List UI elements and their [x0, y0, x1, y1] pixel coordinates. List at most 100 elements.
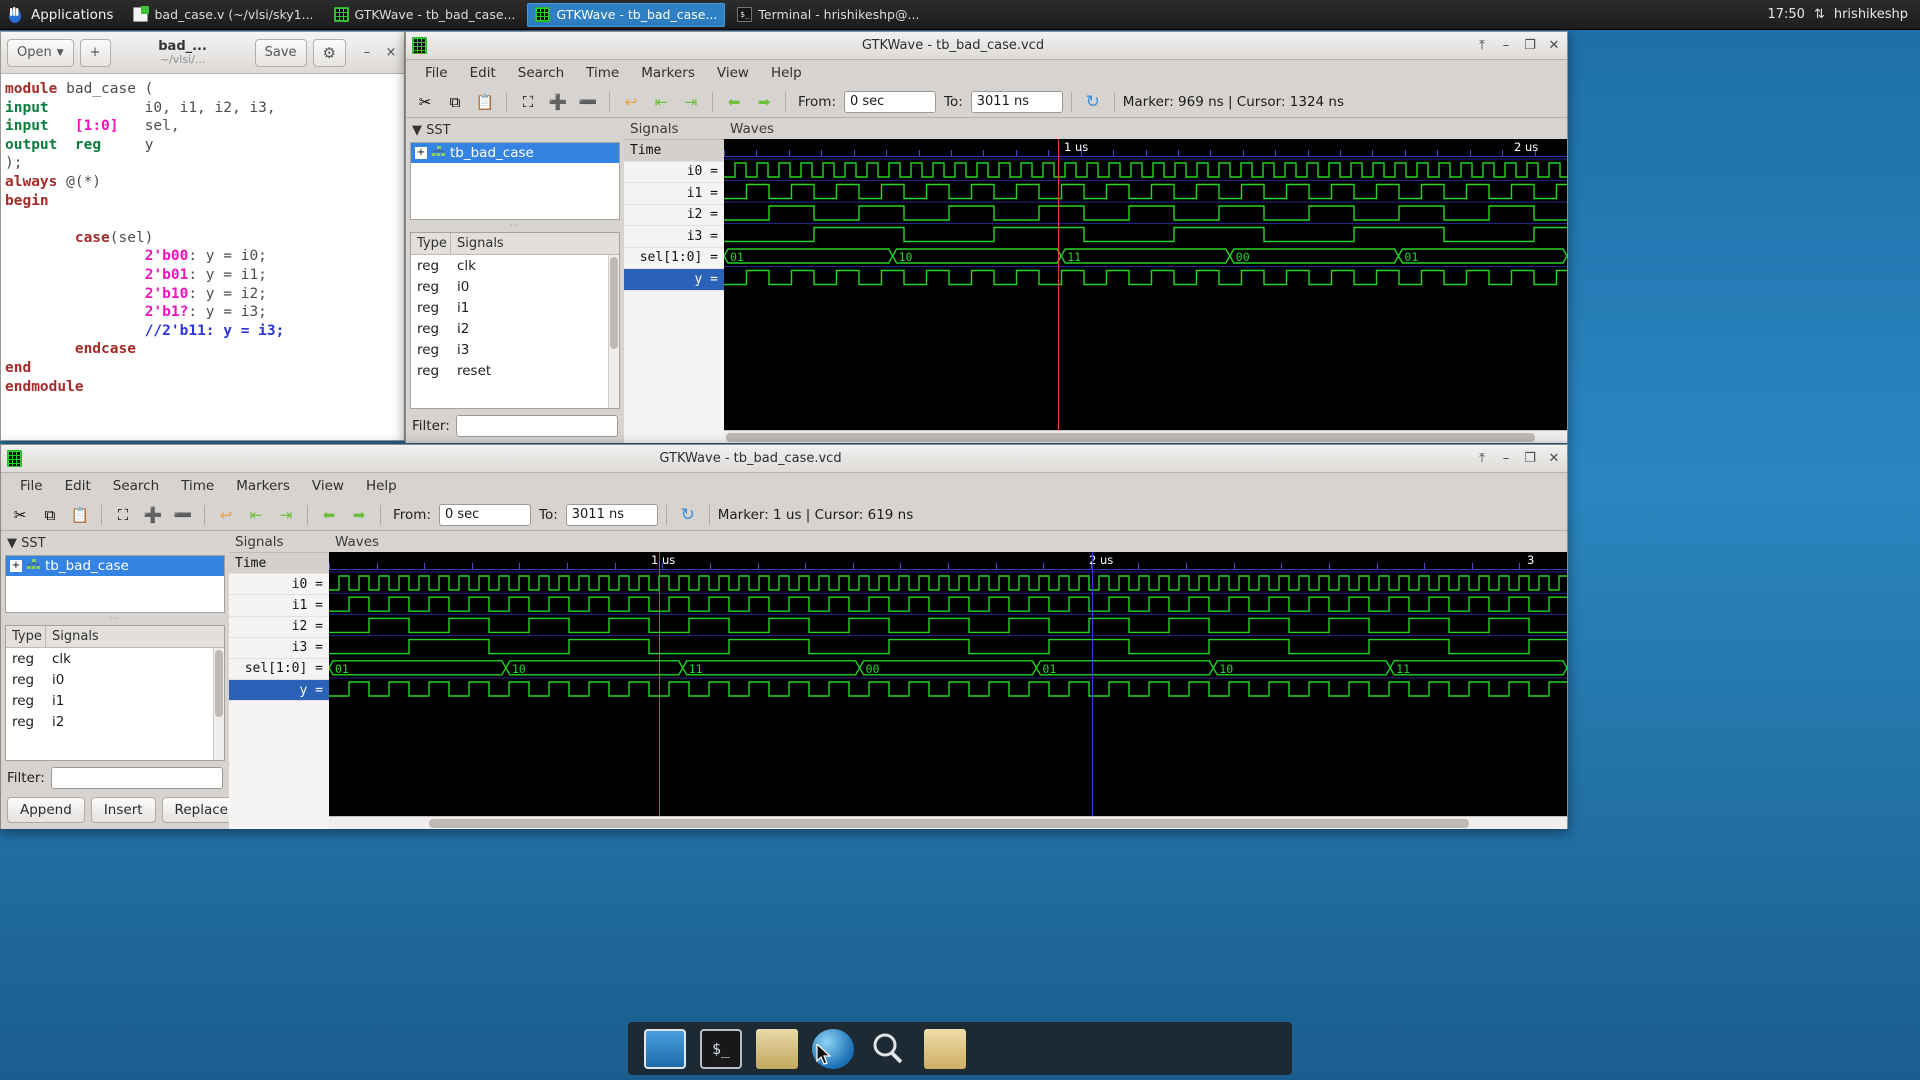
waveform-signal-row[interactable]: i3 =: [624, 226, 724, 248]
to-input[interactable]: 3011 ns: [970, 90, 1063, 113]
taskbar-item-terminal[interactable]: $_ Terminal - hrishikeshp@...: [729, 3, 927, 27]
scrollbar-thumb[interactable]: [215, 650, 223, 718]
goto-end-icon[interactable]: ⇥: [678, 90, 704, 114]
cut-icon[interactable]: ✂: [412, 90, 438, 114]
paste-icon[interactable]: 📋: [472, 90, 498, 114]
waveform-signal-names[interactable]: Time i0 = i1 = i2 = i3 = sel[1:0] = y =: [624, 139, 724, 443]
gtkwave-bottom-menu-markers[interactable]: Markers: [225, 475, 301, 497]
secondary-marker[interactable]: [1092, 552, 1093, 816]
column-header-type[interactable]: Type: [411, 233, 451, 254]
gtkwave-bottom-menu-file[interactable]: File: [9, 475, 54, 497]
back-icon[interactable]: ⬅: [721, 90, 747, 114]
waveform-canvas[interactable]: 1 us 2 us 01 10 11 00 01: [724, 139, 1567, 430]
table-row[interactable]: reg clk: [6, 648, 224, 669]
forward-icon[interactable]: ➡: [751, 90, 777, 114]
back-icon[interactable]: ⬅: [316, 503, 342, 527]
goto-end-icon[interactable]: ⇥: [273, 503, 299, 527]
table-row[interactable]: reg i0: [411, 276, 619, 297]
waveform-signal-row[interactable]: y =: [229, 680, 329, 702]
filter-input[interactable]: [50, 767, 223, 789]
search-icon[interactable]: [868, 1029, 910, 1069]
waveform-signal-row[interactable]: i0 =: [624, 162, 724, 183]
waveform-signal-names[interactable]: Time i0 = i1 = i2 = i3 = sel[1:0] = y =: [229, 552, 329, 829]
waveform-signal-row[interactable]: i3 =: [229, 638, 329, 659]
waveform-signal-row[interactable]: sel[1:0] =: [229, 659, 329, 681]
expand-icon[interactable]: +: [10, 560, 22, 572]
copy-icon[interactable]: ⧉: [442, 90, 468, 114]
table-row[interactable]: reg i0: [6, 669, 224, 690]
zoom-out-icon[interactable]: ➖: [170, 503, 196, 527]
undo-icon[interactable]: ↩: [618, 90, 644, 114]
column-header-type[interactable]: Type: [6, 626, 46, 647]
waveform-hscrollbar[interactable]: [724, 430, 1567, 443]
table-row[interactable]: reg clk: [411, 255, 619, 276]
taskbar-item-gtkwave-2[interactable]: GTKWave - tb_bad_case...: [527, 2, 726, 27]
new-tab-button[interactable]: +: [79, 38, 111, 67]
gtkwave-bottom-menu-edit[interactable]: Edit: [54, 475, 102, 497]
file-manager-icon[interactable]: [756, 1028, 798, 1069]
scrollbar-thumb[interactable]: [726, 433, 1536, 442]
sst-tree-root[interactable]: + tb_bad_case: [411, 143, 619, 163]
waveform-signal-row[interactable]: i0 =: [229, 574, 329, 596]
gtkwave-bottom-menu-help[interactable]: Help: [355, 475, 408, 497]
sst-tree-root[interactable]: + tb_bad_case: [6, 556, 224, 576]
cursor-marker[interactable]: [659, 552, 660, 816]
table-row[interactable]: reg i1: [411, 297, 619, 318]
applications-menu[interactable]: Applications: [0, 0, 123, 30]
close-button[interactable]: ✕: [1547, 451, 1561, 466]
signal-list-table[interactable]: Type Signals reg clk reg i0 reg i1 reg i2 reg i3 r…: [410, 232, 620, 409]
taskbar-item-gedit[interactable]: bad_case.v (~/vlsi/sky1...: [125, 3, 321, 27]
terminal-icon[interactable]: $_: [700, 1028, 742, 1069]
zoom-fit-icon[interactable]: ⛶: [110, 503, 136, 527]
reload-icon[interactable]: ↻: [1080, 90, 1106, 114]
code-editor-area[interactable]: module bad_case (input i0, i1, i2, i3, in…: [1, 74, 404, 413]
minimize-button[interactable]: –: [1499, 38, 1513, 53]
restore-button[interactable]: ⤒: [1475, 38, 1489, 53]
goto-start-icon[interactable]: ⇤: [648, 90, 674, 114]
zoom-in-icon[interactable]: ➕: [140, 503, 166, 527]
copy-icon[interactable]: ⧉: [37, 503, 63, 527]
taskbar-item-gtkwave-1[interactable]: GTKWave - tb_bad_case...: [326, 3, 524, 27]
gtkwave-top-menu-help[interactable]: Help: [760, 62, 813, 84]
scrollbar-thumb[interactable]: [610, 257, 618, 349]
gtkwave-top-menu-search[interactable]: Search: [507, 62, 575, 84]
scrollbar-thumb[interactable]: [429, 819, 1469, 828]
insert-button[interactable]: Insert: [90, 797, 156, 823]
signal-list-scrollbar[interactable]: [213, 648, 224, 760]
waveform-signal-row[interactable]: i1 =: [229, 595, 329, 617]
close-button[interactable]: ×: [384, 45, 398, 60]
table-row[interactable]: reg i3: [411, 339, 619, 360]
waveform-signal-row[interactable]: sel[1:0] =: [624, 248, 724, 269]
cursor-marker[interactable]: [1058, 139, 1059, 430]
forward-icon[interactable]: ➡: [346, 503, 372, 527]
folder-icon[interactable]: [924, 1028, 966, 1069]
filter-input[interactable]: [455, 415, 618, 437]
sst-tree[interactable]: + tb_bad_case: [410, 142, 620, 220]
table-row[interactable]: reg i2: [411, 318, 619, 339]
signal-list-scrollbar[interactable]: [608, 255, 619, 408]
cut-icon[interactable]: ✂: [7, 503, 33, 527]
gtkwave-top-menu-time[interactable]: Time: [575, 62, 630, 84]
to-input[interactable]: 3011 ns: [565, 503, 658, 526]
username-label[interactable]: hrishikeshp: [1834, 7, 1908, 22]
maximize-button[interactable]: ❐: [1523, 451, 1537, 466]
waveform-signal-row[interactable]: i1 =: [624, 183, 724, 205]
minimize-button[interactable]: –: [1499, 451, 1513, 466]
waveform-canvas[interactable]: 1 us 2 us 3 01 10 11 00 01 10 11: [329, 552, 1567, 816]
column-header-signals[interactable]: Signals: [451, 233, 510, 254]
column-header-signals[interactable]: Signals: [46, 626, 105, 647]
zoom-in-icon[interactable]: ➕: [545, 90, 571, 114]
table-row[interactable]: reg i2: [6, 711, 224, 732]
undo-icon[interactable]: ↩: [213, 503, 239, 527]
signal-list-table[interactable]: Type Signals reg clk reg i0 reg i1 reg i2: [5, 625, 225, 761]
zoom-fit-icon[interactable]: ⛶: [515, 90, 541, 114]
waveform-signal-row[interactable]: y =: [624, 269, 724, 291]
sst-header[interactable]: ▼ SST: [410, 121, 620, 142]
save-button[interactable]: Save: [254, 38, 307, 67]
network-updown-icon[interactable]: ⇅: [1814, 7, 1825, 22]
display-icon[interactable]: [644, 1028, 686, 1069]
waveform-signal-row[interactable]: i2 =: [229, 617, 329, 638]
minimize-button[interactable]: –: [360, 45, 374, 60]
pane-resize-grip[interactable]: ⋯: [5, 613, 225, 625]
table-row[interactable]: reg reset: [411, 360, 619, 381]
